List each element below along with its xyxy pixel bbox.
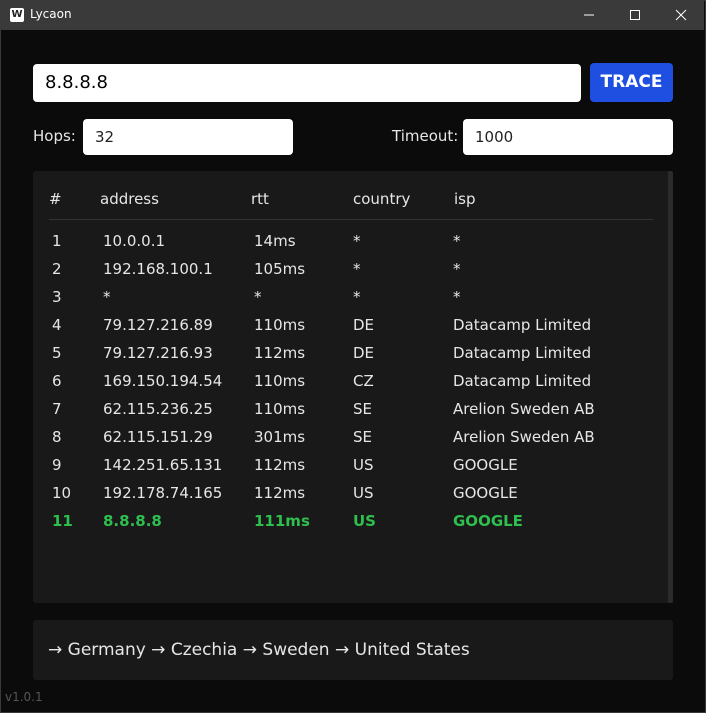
- version-label: v1.0.1: [5, 690, 43, 704]
- title-bar[interactable]: W Lycaon: [0, 0, 704, 30]
- hop-address: *: [103, 288, 111, 306]
- table-row: 10 192.178.74.165 112ms US GOOGLE: [0, 480, 706, 508]
- hop-country: CZ: [353, 372, 374, 390]
- window-title: Lycaon: [30, 7, 72, 21]
- hop-country: US: [353, 456, 374, 474]
- hop-number: 1: [52, 232, 62, 250]
- hop-address: 62.115.151.29: [103, 428, 213, 446]
- hop-isp: Arelion Sweden AB: [453, 400, 595, 418]
- hop-number: 11: [52, 512, 73, 530]
- hops-label: Hops:: [33, 127, 76, 145]
- hop-address: 79.127.216.93: [103, 344, 213, 362]
- table-row: 1 10.0.0.1 14ms * *: [0, 228, 706, 256]
- hop-address: 10.0.0.1: [103, 232, 166, 250]
- header-divider: [49, 219, 653, 220]
- hop-country: US: [353, 484, 374, 502]
- hop-number: 5: [52, 344, 62, 362]
- hop-address: 192.178.74.165: [103, 484, 223, 502]
- hop-rtt: 14ms: [254, 232, 296, 250]
- hop-isp: Arelion Sweden AB: [453, 428, 595, 446]
- hop-isp: Datacamp Limited: [453, 344, 592, 362]
- hop-rtt: 112ms: [254, 456, 306, 474]
- hop-isp: *: [453, 260, 461, 278]
- hop-address: 169.150.194.54: [103, 372, 223, 390]
- table-row: 6 169.150.194.54 110ms CZ Datacamp Limit…: [0, 368, 706, 396]
- hop-number: 2: [52, 260, 62, 278]
- hop-isp: Datacamp Limited: [453, 316, 592, 334]
- timeout-input[interactable]: 1000: [463, 119, 673, 155]
- hop-country: SE: [353, 428, 372, 446]
- hop-country: *: [353, 288, 361, 306]
- hop-country: *: [353, 260, 361, 278]
- hop-address: 192.168.100.1: [103, 260, 213, 278]
- hop-rtt: 110ms: [254, 400, 306, 418]
- hop-isp: *: [453, 288, 461, 306]
- maximize-icon: [630, 10, 640, 20]
- table-row: 5 79.127.216.93 112ms DE Datacamp Limite…: [0, 340, 706, 368]
- timeout-label: Timeout:: [392, 127, 459, 145]
- hop-rtt: 110ms: [254, 372, 306, 390]
- hop-address: 142.251.65.131: [103, 456, 223, 474]
- hop-number: 3: [52, 288, 62, 306]
- column-header-rtt: rtt: [251, 190, 269, 208]
- hop-number: 6: [52, 372, 62, 390]
- table-row: 7 62.115.236.25 110ms SE Arelion Sweden …: [0, 396, 706, 424]
- table-row: 4 79.127.216.89 110ms DE Datacamp Limite…: [0, 312, 706, 340]
- hop-isp: GOOGLE: [453, 456, 518, 474]
- hop-country: SE: [353, 400, 372, 418]
- hop-isp: GOOGLE: [453, 512, 523, 530]
- column-header-country: country: [353, 190, 411, 208]
- hop-rtt: 105ms: [254, 260, 306, 278]
- hop-rtt: 110ms: [254, 316, 306, 334]
- column-header-address: address: [100, 190, 159, 208]
- hop-number: 9: [52, 456, 62, 474]
- hop-country: DE: [353, 344, 375, 362]
- hop-rtt: *: [254, 288, 262, 306]
- table-row: 9 142.251.65.131 112ms US GOOGLE: [0, 452, 706, 480]
- hop-rtt: 301ms: [254, 428, 306, 446]
- column-header-isp: isp: [454, 190, 476, 208]
- table-row: 2 192.168.100.1 105ms * *: [0, 256, 706, 284]
- hop-address: 62.115.236.25: [103, 400, 213, 418]
- table-row: 3 * * * *: [0, 284, 706, 312]
- table-row: 8 62.115.151.29 301ms SE Arelion Sweden …: [0, 424, 706, 452]
- hop-isp: *: [453, 232, 461, 250]
- table-row-destination: 11 8.8.8.8 111ms US GOOGLE: [0, 508, 706, 536]
- target-address-input[interactable]: 8.8.8.8: [33, 64, 581, 102]
- trace-button[interactable]: TRACE: [590, 63, 673, 102]
- hop-number: 10: [52, 484, 72, 502]
- column-header-number: #: [49, 190, 62, 208]
- hop-isp: GOOGLE: [453, 484, 518, 502]
- close-icon: [675, 9, 687, 21]
- hop-address: 8.8.8.8: [103, 512, 162, 530]
- hop-country: US: [353, 512, 376, 530]
- hop-address: 79.127.216.89: [103, 316, 213, 334]
- route-summary: → Germany → Czechia → Sweden → United St…: [48, 640, 470, 660]
- hop-rtt: 112ms: [254, 484, 306, 502]
- hop-number: 7: [52, 400, 62, 418]
- app-icon: W: [10, 8, 24, 22]
- hop-country: DE: [353, 316, 375, 334]
- maximize-button[interactable]: [612, 0, 658, 30]
- hops-input[interactable]: 32: [83, 119, 293, 155]
- minimize-icon: [584, 14, 594, 16]
- hop-isp: Datacamp Limited: [453, 372, 592, 390]
- close-button[interactable]: [658, 0, 704, 30]
- hop-rtt: 111ms: [254, 512, 310, 530]
- hop-number: 4: [52, 316, 62, 334]
- hop-number: 8: [52, 428, 62, 446]
- hop-rtt: 112ms: [254, 344, 306, 362]
- minimize-button[interactable]: [566, 0, 612, 30]
- hop-country: *: [353, 232, 361, 250]
